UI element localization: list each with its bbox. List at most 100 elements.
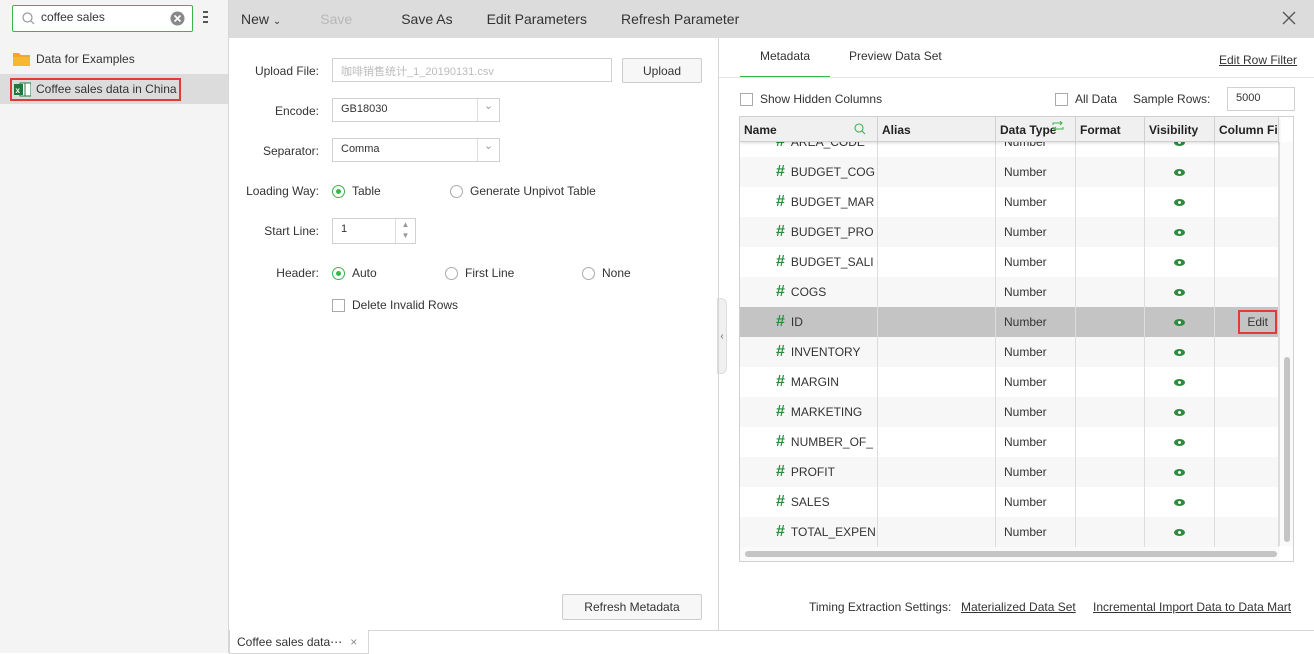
table-row[interactable]: # BUDGET_PRO Number [740,217,1279,247]
eye-icon[interactable] [1174,528,1185,536]
cell-alias[interactable] [878,157,996,187]
new-button[interactable]: New ⌄ [229,11,303,27]
bottom-tab[interactable]: Coffee sales data⋯ × [229,630,369,654]
cell-data-type[interactable]: Number [996,427,1076,457]
cell-format[interactable] [1076,367,1145,397]
cell-data-type[interactable]: Number [996,457,1076,487]
header-first-line-radio[interactable]: First Line [445,266,514,280]
header-auto-radio[interactable]: Auto [332,266,377,280]
cell-visibility[interactable] [1145,217,1215,247]
vertical-scrollbar[interactable] [1279,142,1293,546]
tree-item-data-for-examples[interactable]: Data for Examples [0,44,228,74]
table-row[interactable]: # NUMBER_OF_ Number [740,427,1279,457]
eye-icon[interactable] [1174,168,1185,176]
cell-visibility[interactable] [1145,367,1215,397]
table-row[interactable]: # MARGIN Number [740,367,1279,397]
cell-format[interactable] [1076,517,1145,547]
tab-metadata[interactable]: Metadata [740,38,830,78]
cell-data-type[interactable]: Number [996,187,1076,217]
eye-icon[interactable] [1174,378,1185,386]
table-row[interactable]: # PROFIT Number [740,457,1279,487]
materialized-data-set-link[interactable]: Materialized Data Set [961,600,1076,614]
cell-visibility[interactable] [1145,247,1215,277]
radio-checked[interactable] [332,184,345,198]
table-row[interactable]: # MARKETING Number [740,397,1279,427]
cell-data-type[interactable]: Number [996,397,1076,427]
radio[interactable] [450,184,463,198]
cell-data-type[interactable]: Number [996,517,1076,547]
header-none-radio[interactable]: None [582,266,631,280]
cell-alias[interactable] [878,397,996,427]
cell-visibility[interactable] [1145,427,1215,457]
incremental-import-link[interactable]: Incremental Import Data to Data Mart [1093,600,1291,614]
refresh-parameter-button[interactable]: Refresh Parameter [604,11,756,27]
sample-rows-input[interactable]: 5000 [1227,87,1295,111]
edit-filter-button[interactable]: Edit [1238,310,1277,334]
cell-visibility[interactable] [1145,397,1215,427]
cell-format[interactable] [1076,487,1145,517]
cell-alias[interactable] [878,457,996,487]
col-alias[interactable]: Alias [878,117,996,141]
cell-format[interactable] [1076,217,1145,247]
cell-alias[interactable] [878,517,996,547]
cell-alias[interactable] [878,367,996,397]
save-as-button[interactable]: Save As [369,11,469,27]
cell-visibility[interactable] [1145,157,1215,187]
show-hidden-columns-checkbox[interactable]: Show Hidden Columns [740,92,882,106]
clear-icon[interactable] [170,11,185,26]
table-row[interactable]: # INVENTORY Number [740,337,1279,367]
tab-preview-data-set[interactable]: Preview Data Set [849,38,942,78]
table-row[interactable]: # BUDGET_MAR Number [740,187,1279,217]
cell-data-type[interactable]: Number [996,157,1076,187]
cell-data-type[interactable]: Number [996,307,1076,337]
cell-visibility[interactable] [1145,487,1215,517]
horizontal-scrollbar[interactable] [740,547,1279,561]
cell-visibility[interactable] [1145,187,1215,217]
table-row[interactable]: # BUDGET_COG Number [740,157,1279,187]
cell-alias[interactable] [878,217,996,247]
cell-visibility[interactable] [1145,457,1215,487]
checkbox[interactable] [332,298,345,312]
radio[interactable] [445,266,458,280]
eye-icon[interactable] [1174,498,1185,506]
delete-invalid-rows-checkbox[interactable]: Delete Invalid Rows [332,298,458,312]
radio-checked[interactable] [332,266,345,280]
cell-alias[interactable] [878,187,996,217]
cell-format[interactable] [1076,157,1145,187]
eye-icon[interactable] [1174,228,1185,236]
col-visibility[interactable]: Visibility [1145,117,1215,141]
eye-icon[interactable] [1174,258,1185,266]
upload-file-input[interactable]: 咖啡销售统计_1_20190131.csv [332,58,612,82]
eye-icon[interactable] [1174,198,1185,206]
loading-unpivot-radio[interactable]: Generate Unpivot Table [450,184,596,198]
cell-alias[interactable] [878,487,996,517]
table-row[interactable]: # TOTAL_EXPEN Number [740,517,1279,547]
eye-icon[interactable] [1174,288,1185,296]
edit-row-filter-link[interactable]: Edit Row Filter [1219,53,1297,67]
upload-button[interactable]: Upload [622,58,702,83]
cell-format[interactable] [1076,277,1145,307]
cell-alias[interactable] [878,277,996,307]
start-line-stepper[interactable]: 1 ▲ ▼ [332,218,416,244]
cell-data-type[interactable]: Number [996,367,1076,397]
separator-select[interactable]: Comma ⌄ [332,138,500,162]
cell-format[interactable] [1076,307,1145,337]
encode-select[interactable]: GB18030 ⌄ [332,98,500,122]
swap-icon[interactable] [1052,121,1064,131]
search-box[interactable] [12,5,193,32]
cell-data-type[interactable]: Number [996,487,1076,517]
eye-icon[interactable] [1174,408,1185,416]
loading-table-radio[interactable]: Table [332,184,381,198]
cell-visibility[interactable] [1145,517,1215,547]
scrollbar-thumb[interactable] [1284,357,1290,542]
cell-alias[interactable] [878,307,996,337]
search-icon[interactable] [854,123,866,135]
cell-format[interactable] [1076,397,1145,427]
cell-format[interactable] [1076,187,1145,217]
cell-data-type[interactable]: Number [996,247,1076,277]
cell-visibility[interactable] [1145,337,1215,367]
cell-data-type[interactable]: Number [996,337,1076,367]
stepper-arrows-icon[interactable]: ▲ ▼ [395,219,415,243]
cell-visibility[interactable] [1145,277,1215,307]
cell-format[interactable] [1076,247,1145,277]
